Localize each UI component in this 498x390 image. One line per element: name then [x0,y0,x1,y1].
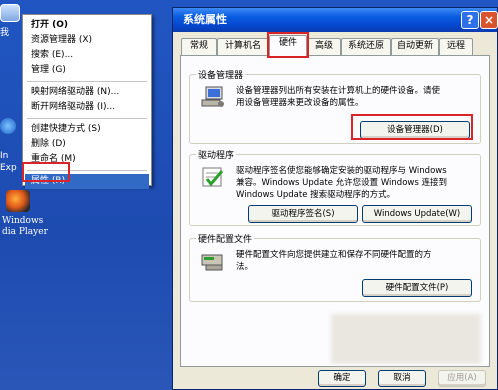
hardware-profiles-icon [201,254,223,271]
tab-advanced[interactable]: 高级 [307,38,341,55]
desktop-icon-label-partial-2: Exp [0,163,17,173]
hardware-tab-panel: 设备管理器 设备管理器列出所有安装在计算机上的硬件设备。请使 用设备管理器来更改… [180,55,490,367]
computer-icon [0,4,20,22]
menu-item-manage[interactable]: 管理 (G) [25,63,149,78]
media-player-icon [6,190,30,212]
highlight-hardware-tab [267,32,309,58]
drivers-desc-line3: Windows Update 搜索驱动程序的方式。 [236,190,396,200]
group-title-drivers: 驱动程序 [196,148,237,161]
tab-general[interactable]: 常规 [181,38,217,55]
help-button[interactable]: ? [461,11,479,29]
menu-item-map-drive[interactable]: 映射网络驱动器 (N)... [25,85,149,100]
menu-item-explorer[interactable]: 资源管理器 (X) [25,33,149,48]
hardware-profiles-button[interactable]: 硬件配置文件(P) [362,279,472,297]
tab-system-restore[interactable]: 系统还原 [341,38,391,55]
device-manager-desc-line1: 设备管理器列出所有安装在计算机上的硬件设备。请使 [236,86,441,96]
tab-computer-name[interactable]: 计算机名 [217,38,269,55]
menu-item-disconnect-drive[interactable]: 断开网络驱动器 (I)... [25,100,149,115]
menu-item-delete[interactable]: 删除 (D) [25,137,149,152]
highlight-device-manager-button [351,114,473,140]
media-player-label-line2: dia Player [2,227,48,237]
menu-separator [27,118,147,119]
desktop-icon-media-player[interactable] [6,190,30,212]
system-properties-dialog: 系统属性 ? × 常规 计算机名 硬件 高级 系统还原 自动更新 远程 设备管理… [172,7,498,390]
tab-remote[interactable]: 远程 [439,38,473,55]
media-player-label-line1: Windows [2,216,44,226]
desktop-icon-label: 我 [0,28,10,38]
desktop-icon-label-partial-1: In [0,151,9,161]
menu-item-create-shortcut[interactable]: 创建快捷方式 (S) [25,122,149,137]
device-manager-icon [201,86,224,107]
cancel-button[interactable]: 取消 [378,370,426,387]
group-title-hardware-profiles: 硬件配置文件 [196,232,255,245]
ie-icon [0,118,16,134]
hardware-profiles-desc-line2: 法。 [236,262,254,272]
highlight-properties [22,162,70,182]
dialog-title: 系统属性 [173,8,497,32]
driver-signing-button[interactable]: 驱动程序签名(S) [248,205,358,223]
desktop-icon-my-computer[interactable]: 我 [0,4,20,38]
context-menu: 打开 (O) 资源管理器 (X) 搜索 (E)... 管理 (G) 映射网络驱动… [22,14,152,189]
driver-signing-icon [202,167,224,187]
hardware-profiles-desc-line1: 硬件配置文件向您提供建立和保存不同硬件配置的方 [236,250,432,260]
media-player-label: Windows dia Player [2,216,48,238]
desktop-icon-partial[interactable] [0,118,16,134]
windows-update-button[interactable]: Windows Update(W) [362,205,472,223]
device-manager-desc-line2: 用设备管理器来更改设备的属性。 [236,98,364,108]
tab-auto-update[interactable]: 自动更新 [391,38,439,55]
apply-button[interactable]: 应用(A) [438,370,486,387]
ok-button[interactable]: 确定 [318,370,366,387]
group-drivers: 驱动程序 驱动程序签名使您能够确定安装的驱动程序与 Windows 兼容。Win… [189,148,481,226]
menu-separator [27,81,147,82]
menu-item-search[interactable]: 搜索 (E)... [25,48,149,63]
blurred-area [331,314,481,364]
drivers-desc-line1: 驱动程序签名使您能够确定安装的驱动程序与 Windows [236,166,447,176]
close-button[interactable]: × [480,11,498,29]
group-hardware-profiles: 硬件配置文件 硬件配置文件向您提供建立和保存不同硬件配置的方 法。 硬件配置文件… [189,232,481,302]
drivers-desc-line2: 兼容。Windows Update 允许您设置 Windows 连接到 [236,178,447,188]
group-title-device-manager: 设备管理器 [196,68,246,81]
menu-item-open[interactable]: 打开 (O) [25,18,149,33]
